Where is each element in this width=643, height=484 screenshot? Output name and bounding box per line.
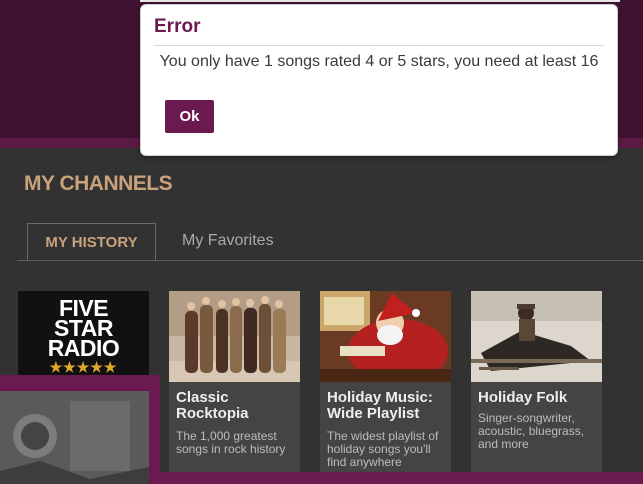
error-dialog: Error You only have 1 songs rated 4 or 5… — [140, 4, 618, 156]
header-underline — [140, 0, 620, 2]
band-photo-icon — [169, 291, 300, 382]
card-body: Holiday Folk Singer-songwriter, acoustic… — [471, 382, 602, 472]
tabs-divider — [17, 260, 643, 261]
player-bar-border — [150, 472, 643, 484]
tab-my-favorites[interactable]: My Favorites — [182, 232, 274, 250]
five-star-radio-logo[interactable]: FIVE STAR RADIO ★★★★★ — [18, 291, 149, 382]
card-body: Holiday Music: Wide Playlist The widest … — [320, 382, 451, 472]
snow-sled-photo-icon — [471, 291, 602, 382]
section-title: MY CHANNELS — [24, 172, 173, 195]
dialog-title: Error — [154, 16, 201, 37]
tab-my-history[interactable]: MY HISTORY — [27, 223, 156, 261]
logo-line-radio: RADIO — [47, 335, 120, 361]
ok-button[interactable]: Ok — [165, 100, 214, 133]
album-art-icon[interactable] — [0, 391, 149, 484]
card-title: Holiday Music: Wide Playlist — [327, 389, 433, 422]
card-description: The widest playlist of holiday songs you… — [327, 429, 439, 469]
logo-stars-icon: ★★★★★ — [49, 359, 118, 375]
card-body: Classic Rocktopia The 1,000 greatest son… — [169, 382, 300, 472]
card-title: Holiday Folk — [478, 389, 568, 406]
dialog-divider — [154, 45, 604, 46]
dialog-message: You only have 1 songs rated 4 or 5 stars… — [159, 53, 599, 70]
card-title: Classic Rocktopia — [176, 389, 249, 422]
card-description: Singer-songwriter, acoustic, bluegrass, … — [478, 411, 585, 451]
card-description: The 1,000 greatest songs in rock history — [176, 429, 286, 456]
santa-photo-icon — [320, 291, 451, 382]
